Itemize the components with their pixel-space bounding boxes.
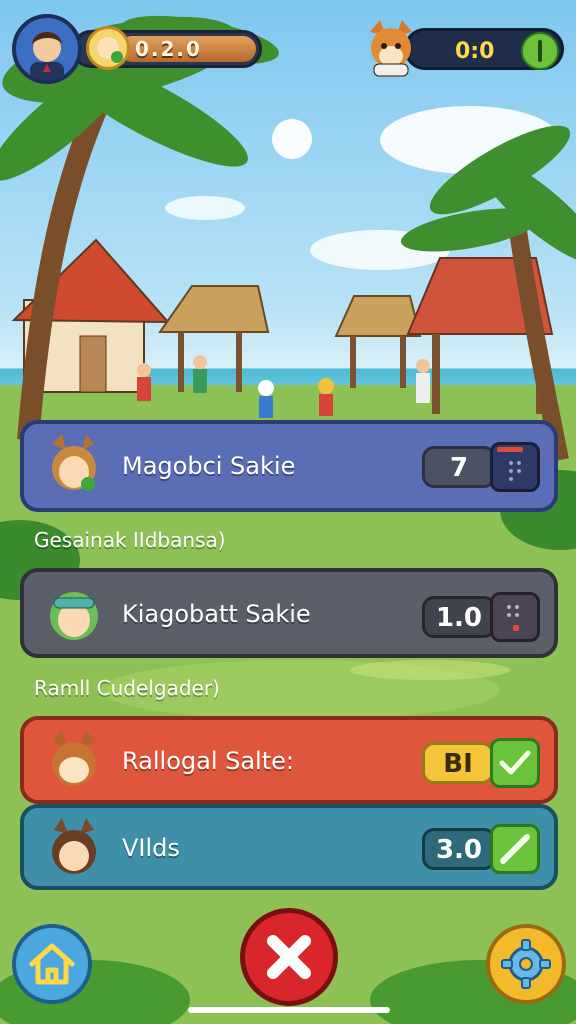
pencil-icon <box>500 834 530 864</box>
character-portrait-icon <box>50 592 98 640</box>
row-label: Rallogal Salte: <box>122 747 294 775</box>
player-avatar[interactable] <box>12 14 82 84</box>
character-portrait-icon <box>52 730 96 786</box>
row-label: Kiagobatt Sakie <box>122 600 311 628</box>
list-item[interactable]: Kiagobatt Sakie 1.0 <box>20 568 558 658</box>
list-item[interactable]: Rallogal Salte: BI <box>20 716 558 804</box>
settings-button[interactable] <box>486 924 566 1004</box>
home-button[interactable] <box>12 924 92 1004</box>
gear-icon <box>501 939 551 989</box>
checkmark-icon <box>499 750 531 775</box>
opponent-hud: 0:0 <box>364 18 566 80</box>
row-label: VIlds <box>122 834 180 862</box>
row-value: 7 <box>422 446 496 488</box>
game-scene: 0.2.0 0:0 Magobci Sakie 7 Gesainak IIdba… <box>0 0 576 1024</box>
row-action-button[interactable] <box>490 592 540 642</box>
list-item[interactable]: Magobci Sakie 7 <box>20 420 558 512</box>
close-icon <box>267 935 311 979</box>
section-subtitle: Ramll Cudelgader) <box>34 676 220 700</box>
opponent-score: 0:0 <box>455 39 495 64</box>
character-portrait-icon <box>52 818 96 874</box>
edit-button[interactable] <box>490 824 540 874</box>
player-score: 0.2.0 <box>135 37 202 61</box>
row-value: 3.0 <box>422 828 496 870</box>
grid-icon <box>507 605 519 631</box>
player-hud: 0.2.0 <box>12 14 262 86</box>
row-action-button[interactable] <box>490 442 540 492</box>
confirm-button[interactable] <box>490 738 540 788</box>
section-subtitle: Gesainak IIdbansa) <box>34 528 226 552</box>
home-icon <box>29 943 75 985</box>
fox-portrait-icon <box>370 20 412 77</box>
close-button[interactable] <box>240 908 338 1006</box>
list-item[interactable]: VIlds 3.0 <box>20 804 558 890</box>
grid-icon <box>497 447 523 481</box>
companion-icon <box>86 26 130 70</box>
row-value: BI <box>422 742 494 784</box>
home-indicator-bar <box>188 1007 390 1013</box>
opponent-action-button[interactable] <box>521 32 559 70</box>
character-portrait-icon <box>52 434 96 491</box>
pencil-icon <box>538 40 542 62</box>
opponent-score-bar: 0:0 <box>404 28 564 70</box>
row-value: 1.0 <box>422 596 496 638</box>
player-portrait-icon <box>30 32 64 80</box>
row-label: Magobci Sakie <box>122 452 296 480</box>
